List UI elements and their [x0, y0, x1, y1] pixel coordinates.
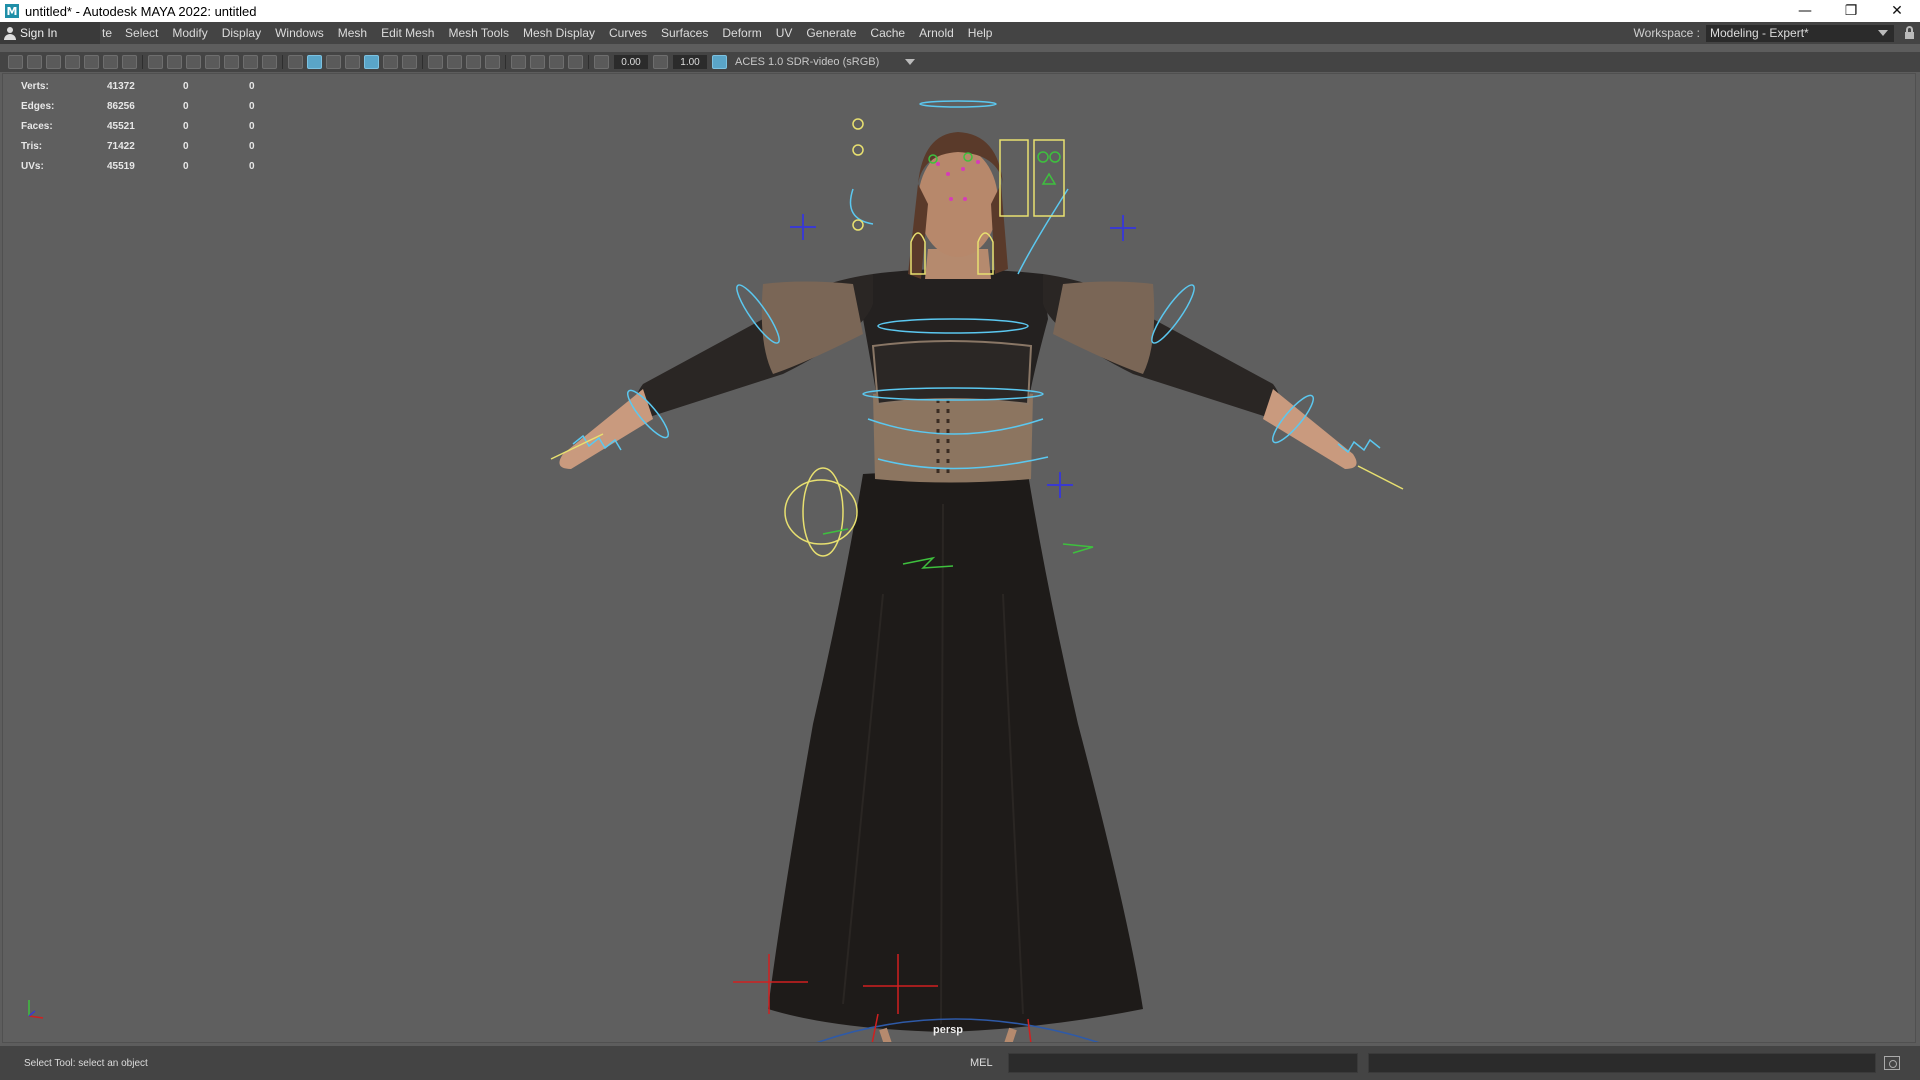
grease-brush-icon[interactable]: [122, 55, 137, 69]
menu-item-truncated[interactable]: te: [100, 26, 118, 40]
workspace-dropdown[interactable]: Modeling - Expert*: [1706, 24, 1894, 42]
restore-button[interactable]: ❐: [1828, 0, 1874, 22]
menu-deform[interactable]: Deform: [715, 26, 768, 40]
maya-app-icon[interactable]: M: [5, 4, 19, 18]
menu-mesh[interactable]: Mesh: [331, 26, 374, 40]
image-plane-icon[interactable]: [65, 55, 80, 69]
chevron-down-icon[interactable]: [905, 59, 915, 65]
menu-mesh-display[interactable]: Mesh Display: [516, 26, 602, 40]
shadows-icon[interactable]: [402, 55, 417, 69]
menu-cache[interactable]: Cache: [863, 26, 912, 40]
camera-name-label: persp: [933, 1024, 963, 1036]
toolbar-divider: [505, 55, 506, 69]
hud-row-edges: Edges: 86256 0 0: [21, 100, 255, 112]
help-line-bar: Select Tool: select an object MEL: [0, 1046, 1920, 1080]
hud-row-tris: Tris: 71422 0 0: [21, 140, 255, 152]
wireframe-on-shaded-icon[interactable]: [345, 55, 360, 69]
close-button[interactable]: ✕: [1874, 0, 1920, 22]
hud-row-uvs: UVs: 45519 0 0: [21, 160, 255, 172]
menu-edit-mesh[interactable]: Edit Mesh: [374, 26, 441, 40]
select-camera-icon[interactable]: [8, 55, 23, 69]
textured-icon[interactable]: [364, 55, 379, 69]
smooth-shade-icon[interactable]: [307, 55, 322, 69]
toolbar-divider: [588, 55, 589, 69]
menu-display[interactable]: Display: [215, 26, 268, 40]
screen-space-ao-icon[interactable]: [428, 55, 443, 69]
help-line-message: Select Tool: select an object: [24, 1057, 148, 1069]
menu-modify[interactable]: Modify: [165, 26, 214, 40]
color-management-icon[interactable]: [712, 55, 727, 69]
menu-surfaces[interactable]: Surfaces: [654, 26, 715, 40]
toolbar-divider: [282, 55, 283, 69]
main-menu-bar: Sign In te Select Modify Display Windows…: [0, 22, 1920, 44]
menu-arnold[interactable]: Arnold: [912, 26, 961, 40]
sign-in-label: Sign In: [20, 26, 58, 40]
menu-help[interactable]: Help: [961, 26, 1000, 40]
scene-view[interactable]: [3, 74, 1916, 1043]
menu-generate[interactable]: Generate: [799, 26, 863, 40]
gamma-icon[interactable]: [653, 55, 668, 69]
safe-title-icon[interactable]: [262, 55, 277, 69]
workspace-value: Modeling - Expert*: [1710, 26, 1809, 40]
gate-mask-icon[interactable]: [205, 55, 220, 69]
default-material-icon[interactable]: [326, 55, 341, 69]
menu-uv[interactable]: UV: [769, 26, 800, 40]
field-chart-icon[interactable]: [224, 55, 239, 69]
isolate-select-icon[interactable]: [511, 55, 526, 69]
bookmarks-icon[interactable]: [46, 55, 61, 69]
title-bar: M untitled* - Autodesk MAYA 2022: untitl…: [0, 0, 1920, 22]
minimize-button[interactable]: —: [1782, 0, 1828, 22]
script-editor-icon[interactable]: [1884, 1056, 1900, 1070]
chevron-down-icon: [1878, 30, 1888, 36]
toolbar-divider: [422, 55, 423, 69]
menu-curves[interactable]: Curves: [602, 26, 654, 40]
use-all-lights-icon[interactable]: [383, 55, 398, 69]
xray-joints-icon[interactable]: [568, 55, 583, 69]
exposure-icon[interactable]: [594, 55, 609, 69]
wireframe-icon[interactable]: [288, 55, 303, 69]
menu-windows[interactable]: Windows: [268, 26, 331, 40]
resolution-gate-icon[interactable]: [186, 55, 201, 69]
hud-row-verts: Verts: 41372 0 0: [21, 80, 255, 92]
workspace-label: Workspace :: [1633, 26, 1700, 40]
toolbar-divider: [142, 55, 143, 69]
menu-select[interactable]: Select: [118, 26, 165, 40]
command-line-input[interactable]: [1008, 1053, 1358, 1073]
lock-icon[interactable]: [1898, 22, 1920, 44]
gamma-field[interactable]: 1.00: [673, 55, 707, 69]
xray-icon[interactable]: [530, 55, 545, 69]
exposure-field[interactable]: 0.00: [614, 55, 648, 69]
hud-row-faces: Faces: 45521 0 0: [21, 120, 255, 132]
window-title: untitled* - Autodesk MAYA 2022: untitled: [25, 3, 257, 19]
safe-action-icon[interactable]: [243, 55, 258, 69]
depth-of-field-icon[interactable]: [485, 55, 500, 69]
grid-icon[interactable]: [148, 55, 163, 69]
xray-active-components-icon[interactable]: [549, 55, 564, 69]
menu-mesh-tools[interactable]: Mesh Tools: [441, 26, 515, 40]
film-gate-icon[interactable]: [167, 55, 182, 69]
motion-blur-icon[interactable]: [447, 55, 462, 69]
view-axis-icon: [28, 1000, 44, 1019]
script-language-toggle[interactable]: MEL: [970, 1057, 1008, 1069]
perspective-viewport[interactable]: Verts: 41372 0 0 Edges: 86256 0 0 Faces:…: [2, 73, 1916, 1043]
camera-attributes-icon[interactable]: [27, 55, 42, 69]
panel-toolbar: 0.00 1.00 ACES 1.0 SDR-video (sRGB): [0, 52, 1920, 72]
2d-pan-zoom-icon[interactable]: [103, 55, 118, 69]
sign-in-button[interactable]: Sign In: [0, 22, 100, 44]
poly-count-hud: Verts: 41372 0 0 Edges: 86256 0 0 Faces:…: [21, 76, 269, 176]
anti-aliasing-icon[interactable]: [466, 55, 481, 69]
user-icon: [4, 26, 16, 40]
character-head: [918, 147, 998, 257]
grease-pencil-icon[interactable]: [84, 55, 99, 69]
command-result-field: [1368, 1053, 1876, 1073]
color-management-view[interactable]: ACES 1.0 SDR-video (sRGB): [735, 56, 905, 68]
